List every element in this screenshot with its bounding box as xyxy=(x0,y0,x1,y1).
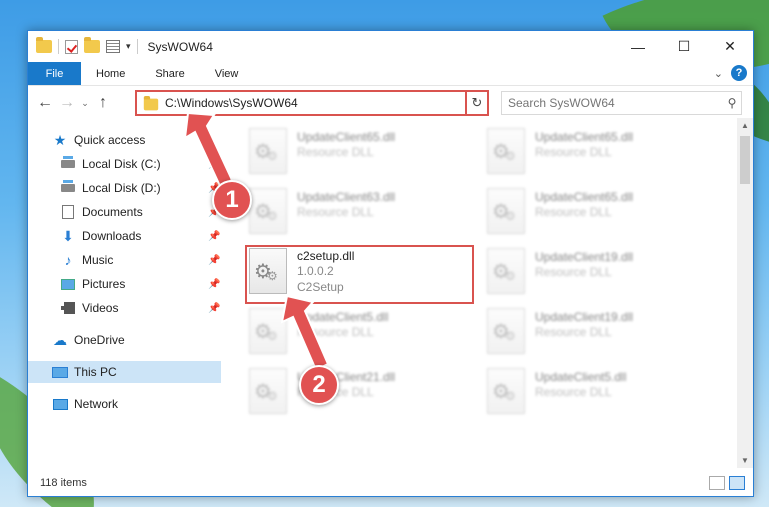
annotation-arrow-2 xyxy=(280,294,330,372)
annotation-badge-1: 1 xyxy=(212,180,252,220)
annotation-badge-2: 2 xyxy=(299,365,339,405)
annotation-arrow-1 xyxy=(183,111,234,188)
annotation-arrows xyxy=(183,111,330,372)
